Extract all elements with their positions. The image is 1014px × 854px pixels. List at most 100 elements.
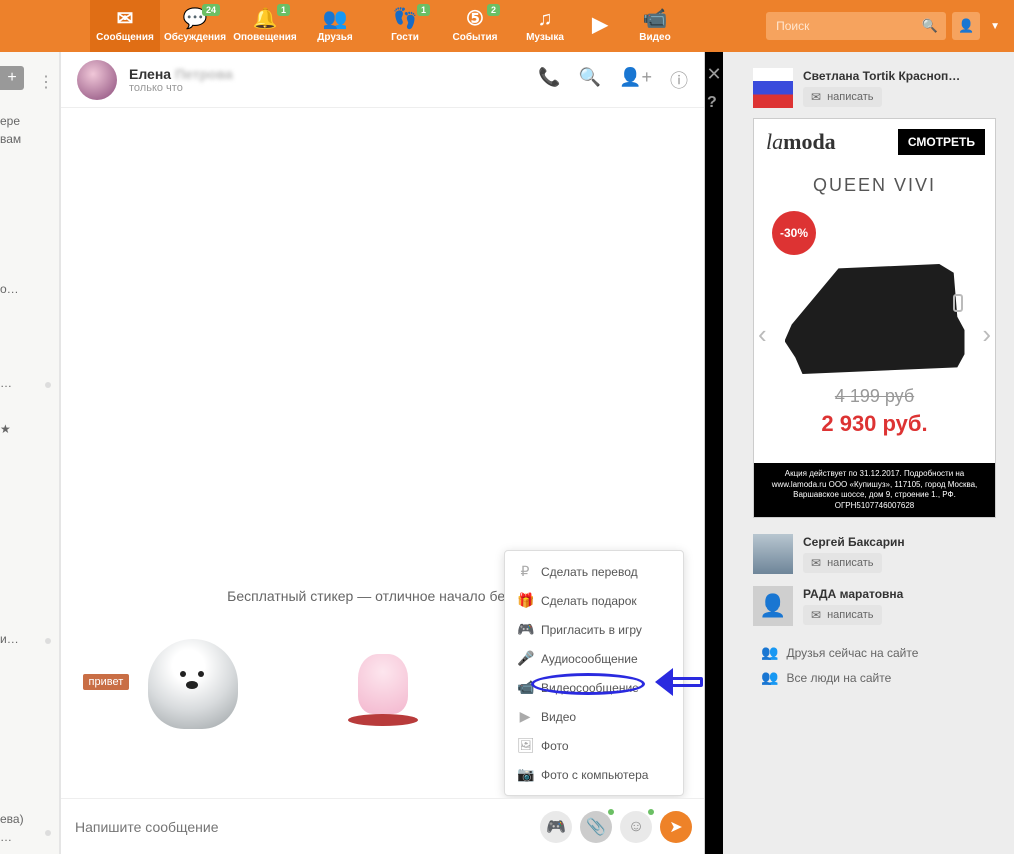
sidebar-more-icon[interactable]: ⋮ xyxy=(38,72,56,92)
send-arrow-icon: ➤ xyxy=(669,817,682,837)
ad-legal-text: Акция действует по 31.12.2017. Подробнос… xyxy=(754,463,995,517)
close-panel-button[interactable]: ✕ xyxy=(705,64,723,82)
friend-avatar[interactable]: 👤 xyxy=(753,586,793,626)
help-button[interactable]: ? xyxy=(707,94,717,112)
add-conversation-button[interactable]: + xyxy=(0,66,24,90)
ad-banner[interactable]: lamoda СМОТРЕТЬ QUEEN VIVI -30% ‹ › 4 19… xyxy=(753,118,996,518)
envelope-icon: ✉ xyxy=(117,9,134,29)
friend-message-button[interactable]: ✉ написать xyxy=(803,553,882,573)
ad-product-image xyxy=(785,264,965,384)
sidebar-item-star[interactable]: ★ xyxy=(0,422,60,436)
link-all-people[interactable]: 👥 Все люди на сайте xyxy=(761,665,1004,690)
attach-video-message[interactable]: 📹 Видеосообщение xyxy=(505,673,683,702)
sidebar-item[interactable]: … xyxy=(0,830,60,844)
composer-send-button[interactable]: ➤ xyxy=(660,811,692,843)
nav-events[interactable]: ⑤ 2 События xyxy=(440,0,510,52)
envelope-icon: ✉ xyxy=(811,556,821,570)
attach-game[interactable]: 🎮 Пригласить в игру xyxy=(505,615,683,644)
composer-sticker-button[interactable]: ☺ xyxy=(620,811,652,843)
sticker-bear[interactable]: привет xyxy=(143,634,243,734)
chat-last-seen: только что xyxy=(129,82,233,94)
unread-dot-icon xyxy=(45,382,51,388)
sidebar-item[interactable]: ере xyxy=(0,114,60,128)
nav-discussions-badge: 24 xyxy=(202,4,220,16)
nav-video[interactable]: 📹 Видео xyxy=(620,0,690,52)
nav-music[interactable]: ♫ Музыка xyxy=(510,0,580,52)
attach-photo[interactable]: 🖼 Фото xyxy=(505,731,683,760)
sticker-kitty[interactable] xyxy=(333,634,433,734)
friend-row: 👤 РАДА маратовна ✉ написать xyxy=(743,580,1014,632)
attach-audio[interactable]: 🎤 Аудиосообщение xyxy=(505,644,683,673)
profile-avatar-button[interactable]: 👤 xyxy=(952,12,980,40)
nav-discussions-label: Обсуждения xyxy=(164,32,226,43)
search-in-chat-icon[interactable]: 🔍 xyxy=(579,67,601,93)
nav-notifications[interactable]: 🔔 1 Оповещения xyxy=(230,0,300,52)
profile-menu-caret[interactable]: ▼ xyxy=(986,21,1004,32)
nav-friends[interactable]: 👥 Друзья xyxy=(300,0,370,52)
friend-name[interactable]: Сергей Баксарин xyxy=(803,535,905,549)
chat-user-surname-blurred: Петрова xyxy=(175,66,233,82)
link-all-people-label: Все люди на сайте xyxy=(786,671,891,685)
envelope-icon: ✉ xyxy=(811,90,821,104)
attach-video[interactable]: ▶ Видео xyxy=(505,702,683,731)
person-placeholder-icon: 👤 xyxy=(759,593,786,619)
link-friends-online[interactable]: 👥 Друзья сейчас на сайте xyxy=(761,640,1004,665)
chat-panel: Елена Петрова только что 📞 🔍 👤+ ⓘ Беспла… xyxy=(60,52,705,854)
sidebar-item[interactable]: вам xyxy=(0,132,60,146)
nav-discussions[interactable]: 💬 24 Обсуждения xyxy=(160,0,230,52)
message-input[interactable] xyxy=(73,818,540,836)
ad-prev-icon[interactable]: ‹ xyxy=(758,319,767,350)
ad-next-icon[interactable]: › xyxy=(982,319,991,350)
nav-messages[interactable]: ✉ Сообщения xyxy=(90,0,160,52)
ad-logo-prefix: la xyxy=(766,129,783,154)
friend-message-button[interactable]: ✉ написать xyxy=(803,87,882,107)
attach-game-label: Пригласить в игру xyxy=(541,623,642,637)
friend-name[interactable]: РАДА маратовна xyxy=(803,587,903,601)
attach-video-label: Видео xyxy=(541,710,576,724)
friend-avatar[interactable] xyxy=(753,534,793,574)
nav-video-label: Видео xyxy=(639,32,670,43)
gamepad-icon: 🎮 xyxy=(517,621,533,638)
chat-user-avatar[interactable] xyxy=(77,60,117,100)
friend-message-button[interactable]: ✉ написать xyxy=(803,605,882,625)
friend-message-label: написать xyxy=(827,557,873,569)
nav-friends-label: Друзья xyxy=(317,32,352,43)
sidebar-item[interactable]: и… xyxy=(0,632,60,646)
add-participant-icon[interactable]: 👤+ xyxy=(619,67,652,93)
smiley-icon: ☺ xyxy=(628,818,644,836)
nav-right: 🔍 👤 ▼ xyxy=(766,0,1004,52)
attach-gift[interactable]: 🎁 Сделать подарок xyxy=(505,586,683,615)
friend-avatar[interactable] xyxy=(753,68,793,108)
friend-row: Сергей Баксарин ✉ написать xyxy=(743,528,1014,580)
ad-sale-badge: -30% xyxy=(772,211,816,255)
sidebar-item[interactable]: ева) xyxy=(0,812,60,826)
attach-photo-pc[interactable]: 📷 Фото с компьютера xyxy=(505,760,683,789)
message-composer: 🎮 📎 ☺ ➤ xyxy=(61,798,704,854)
video-message-icon: 📹 xyxy=(517,679,533,696)
sticker-bear-label: привет xyxy=(83,674,130,690)
attach-menu-popup: ₽ Сделать перевод 🎁 Сделать подарок 🎮 Пр… xyxy=(504,550,684,796)
search-box[interactable]: 🔍 xyxy=(766,12,946,40)
search-input[interactable] xyxy=(774,18,914,34)
chat-info-icon[interactable]: ⓘ xyxy=(670,67,688,93)
right-inner: Светлана Tortik Красноп… ✉ написать lamo… xyxy=(723,52,1014,854)
camera-icon: 📷 xyxy=(517,766,533,783)
sidebar-item[interactable]: … xyxy=(0,376,60,390)
footsteps-icon: 👣 xyxy=(393,9,418,29)
composer-attach-button[interactable]: 📎 xyxy=(580,811,612,843)
nav-play[interactable]: ▶ xyxy=(580,0,620,52)
friend-name[interactable]: Светлана Tortik Красноп… xyxy=(803,69,960,83)
polar-bear-icon xyxy=(148,639,238,729)
ad-view-button[interactable]: СМОТРЕТЬ xyxy=(898,129,985,155)
chat-user-name[interactable]: Елена Петрова xyxy=(129,66,233,82)
ad-new-price: 2 930 руб. xyxy=(754,411,995,437)
sidebar-item[interactable]: о… xyxy=(0,282,60,296)
paperclip-icon: 📎 xyxy=(586,817,606,837)
nav-guests[interactable]: 👣 1 Гости xyxy=(370,0,440,52)
kitty-icon xyxy=(358,654,408,714)
plate-icon xyxy=(348,714,418,726)
composer-games-button[interactable]: 🎮 xyxy=(540,811,572,843)
call-icon[interactable]: 📞 xyxy=(538,67,560,93)
attach-transfer[interactable]: ₽ Сделать перевод xyxy=(505,557,683,586)
search-icon[interactable]: 🔍 xyxy=(922,18,938,34)
